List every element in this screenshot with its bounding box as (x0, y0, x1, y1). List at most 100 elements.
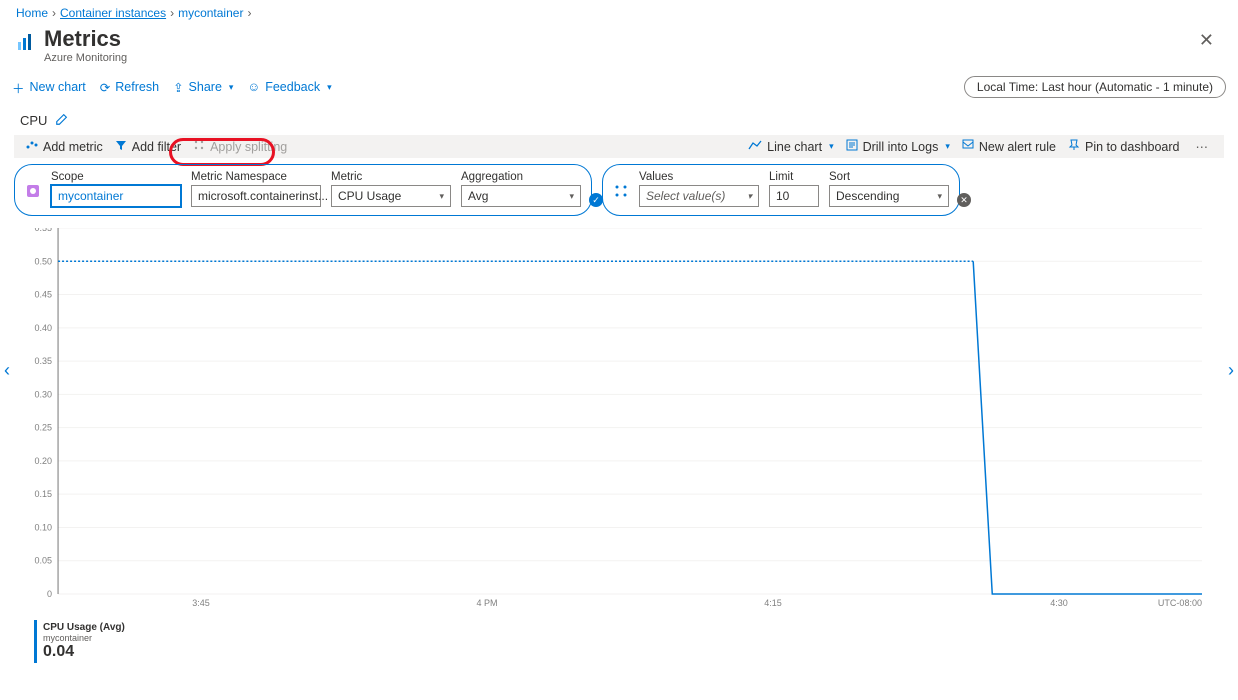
new-alert-button[interactable]: New alert rule (962, 139, 1056, 154)
svg-text:0.15: 0.15 (34, 489, 52, 499)
new-alert-label: New alert rule (979, 140, 1056, 154)
pin-dashboard-label: Pin to dashboard (1085, 140, 1180, 154)
add-metric-button[interactable]: Add metric (26, 139, 103, 154)
drill-logs-button[interactable]: Drill into Logs ▾ (846, 139, 950, 154)
chart-area: 00.050.100.150.200.250.300.350.400.450.5… (28, 228, 1210, 618)
metric-picker-row: Scope mycontainer Metric Namespace micro… (14, 164, 1224, 216)
plus-icon: ＋ (12, 78, 25, 97)
splitting-picker: Values Select value(s) ▾ Limit 10 Sort D… (602, 164, 960, 216)
chevron-down-icon: ▾ (829, 141, 834, 152)
breadcrumb: Home › Container instances › mycontainer… (0, 0, 1238, 22)
drill-icon (846, 139, 858, 154)
chevron-down-icon: ▾ (439, 191, 444, 202)
metric-value: CPU Usage (338, 189, 401, 203)
svg-text:0.25: 0.25 (34, 423, 52, 433)
chevron-right-icon: › (247, 6, 251, 20)
namespace-value: microsoft.containerinst... (198, 189, 328, 203)
values-select[interactable]: Select value(s) ▾ (639, 185, 759, 207)
share-label: Share (189, 80, 222, 94)
aggregation-label: Aggregation (461, 171, 581, 183)
values-value: Select value(s) (646, 189, 725, 203)
svg-text:0: 0 (47, 589, 52, 599)
scope-select[interactable]: mycontainer (51, 185, 181, 207)
feedback-button[interactable]: ☺ Feedback ▾ (247, 80, 331, 94)
scope-label: Scope (51, 171, 181, 183)
svg-text:4:15: 4:15 (764, 598, 782, 608)
close-button[interactable]: ✕ (1191, 26, 1222, 55)
chart-title-row: CPU (0, 104, 1238, 135)
svg-text:4 PM: 4 PM (477, 598, 498, 608)
chevron-down-icon: ▾ (945, 141, 950, 152)
splitting-picker-icon (613, 183, 629, 199)
chevron-down-icon: ▾ (747, 191, 752, 202)
drill-logs-label: Drill into Logs (863, 140, 939, 154)
svg-text:UTC-08:00: UTC-08:00 (1158, 598, 1202, 608)
remove-badge-icon[interactable]: ✕ (957, 193, 971, 207)
line-chart-icon (748, 139, 762, 154)
page-subtitle: Azure Monitoring (44, 52, 127, 64)
namespace-select[interactable]: microsoft.containerinst... ▾ (191, 185, 321, 207)
metrics-icon (16, 32, 36, 52)
breadcrumb-container-instances[interactable]: Container instances (60, 6, 166, 20)
new-chart-button[interactable]: ＋ New chart (12, 78, 86, 97)
next-chart-button[interactable]: › (1228, 360, 1234, 381)
svg-text:3:45: 3:45 (192, 598, 210, 608)
svg-text:0.45: 0.45 (34, 290, 52, 300)
breadcrumb-mycontainer[interactable]: mycontainer (178, 6, 243, 20)
share-button[interactable]: ⇪ Share ▾ (173, 80, 233, 95)
share-icon: ⇪ (173, 80, 183, 95)
chevron-down-icon: ▾ (937, 191, 942, 202)
svg-text:0.05: 0.05 (34, 556, 52, 566)
sort-label: Sort (829, 171, 949, 183)
chevron-right-icon: › (52, 6, 56, 20)
refresh-button[interactable]: ⟳ Refresh (100, 80, 159, 95)
filter-icon (115, 139, 127, 154)
legend-metric-name: CPU Usage (Avg) (43, 622, 125, 633)
add-metric-icon (26, 139, 38, 154)
add-filter-label: Add filter (132, 140, 181, 154)
feedback-label: Feedback (265, 80, 320, 94)
pin-dashboard-button[interactable]: Pin to dashboard (1068, 139, 1180, 154)
svg-text:0.20: 0.20 (34, 456, 52, 466)
aggregation-select[interactable]: Avg ▾ (461, 185, 581, 207)
new-chart-label: New chart (30, 80, 86, 94)
time-range-picker[interactable]: Local Time: Last hour (Automatic - 1 min… (964, 76, 1226, 98)
command-bar: ＋ New chart ⟳ Refresh ⇪ Share ▾ ☺ Feedba… (0, 70, 1238, 104)
svg-text:0.55: 0.55 (34, 228, 52, 233)
svg-text:4:30: 4:30 (1050, 598, 1068, 608)
chart-legend[interactable]: CPU Usage (Avg) mycontainer 0.04 (34, 620, 131, 663)
add-metric-label: Add metric (43, 140, 103, 154)
more-button[interactable]: ⋯ (1192, 139, 1213, 154)
page-title: Metrics (44, 26, 127, 52)
svg-text:0.10: 0.10 (34, 522, 52, 532)
values-label: Values (639, 171, 759, 183)
breadcrumb-home[interactable]: Home (16, 6, 48, 20)
title-bar: Metrics Azure Monitoring ✕ (0, 22, 1238, 70)
chart-toolbar: Add metric Add filter Apply splitting Li… (14, 135, 1224, 158)
chart-title: CPU (20, 113, 47, 128)
aggregation-value: Avg (468, 189, 488, 203)
add-filter-button[interactable]: Add filter (115, 139, 181, 154)
metric-select[interactable]: CPU Usage ▾ (331, 185, 451, 207)
line-chart-label: Line chart (767, 140, 822, 154)
line-chart: 00.050.100.150.200.250.300.350.400.450.5… (28, 228, 1210, 618)
metric-label: Metric (331, 171, 451, 183)
sort-select[interactable]: Descending ▾ (829, 185, 949, 207)
prev-chart-button[interactable]: ‹ (4, 360, 10, 381)
svg-text:0.35: 0.35 (34, 356, 52, 366)
legend-value: 0.04 (43, 643, 125, 661)
line-chart-button[interactable]: Line chart ▾ (748, 139, 833, 154)
resource-icon (25, 183, 41, 199)
limit-input[interactable]: 10 (769, 185, 819, 207)
apply-splitting-button[interactable]: Apply splitting (193, 139, 287, 154)
chevron-down-icon: ▾ (569, 191, 574, 202)
refresh-label: Refresh (115, 80, 159, 94)
refresh-icon: ⟳ (100, 80, 110, 95)
limit-label: Limit (769, 171, 819, 183)
namespace-label: Metric Namespace (191, 171, 321, 183)
apply-splitting-label: Apply splitting (210, 140, 287, 154)
check-badge-icon: ✓ (589, 193, 603, 207)
edit-icon[interactable] (55, 112, 69, 129)
svg-text:0.50: 0.50 (34, 256, 52, 266)
pin-icon (1068, 139, 1080, 154)
